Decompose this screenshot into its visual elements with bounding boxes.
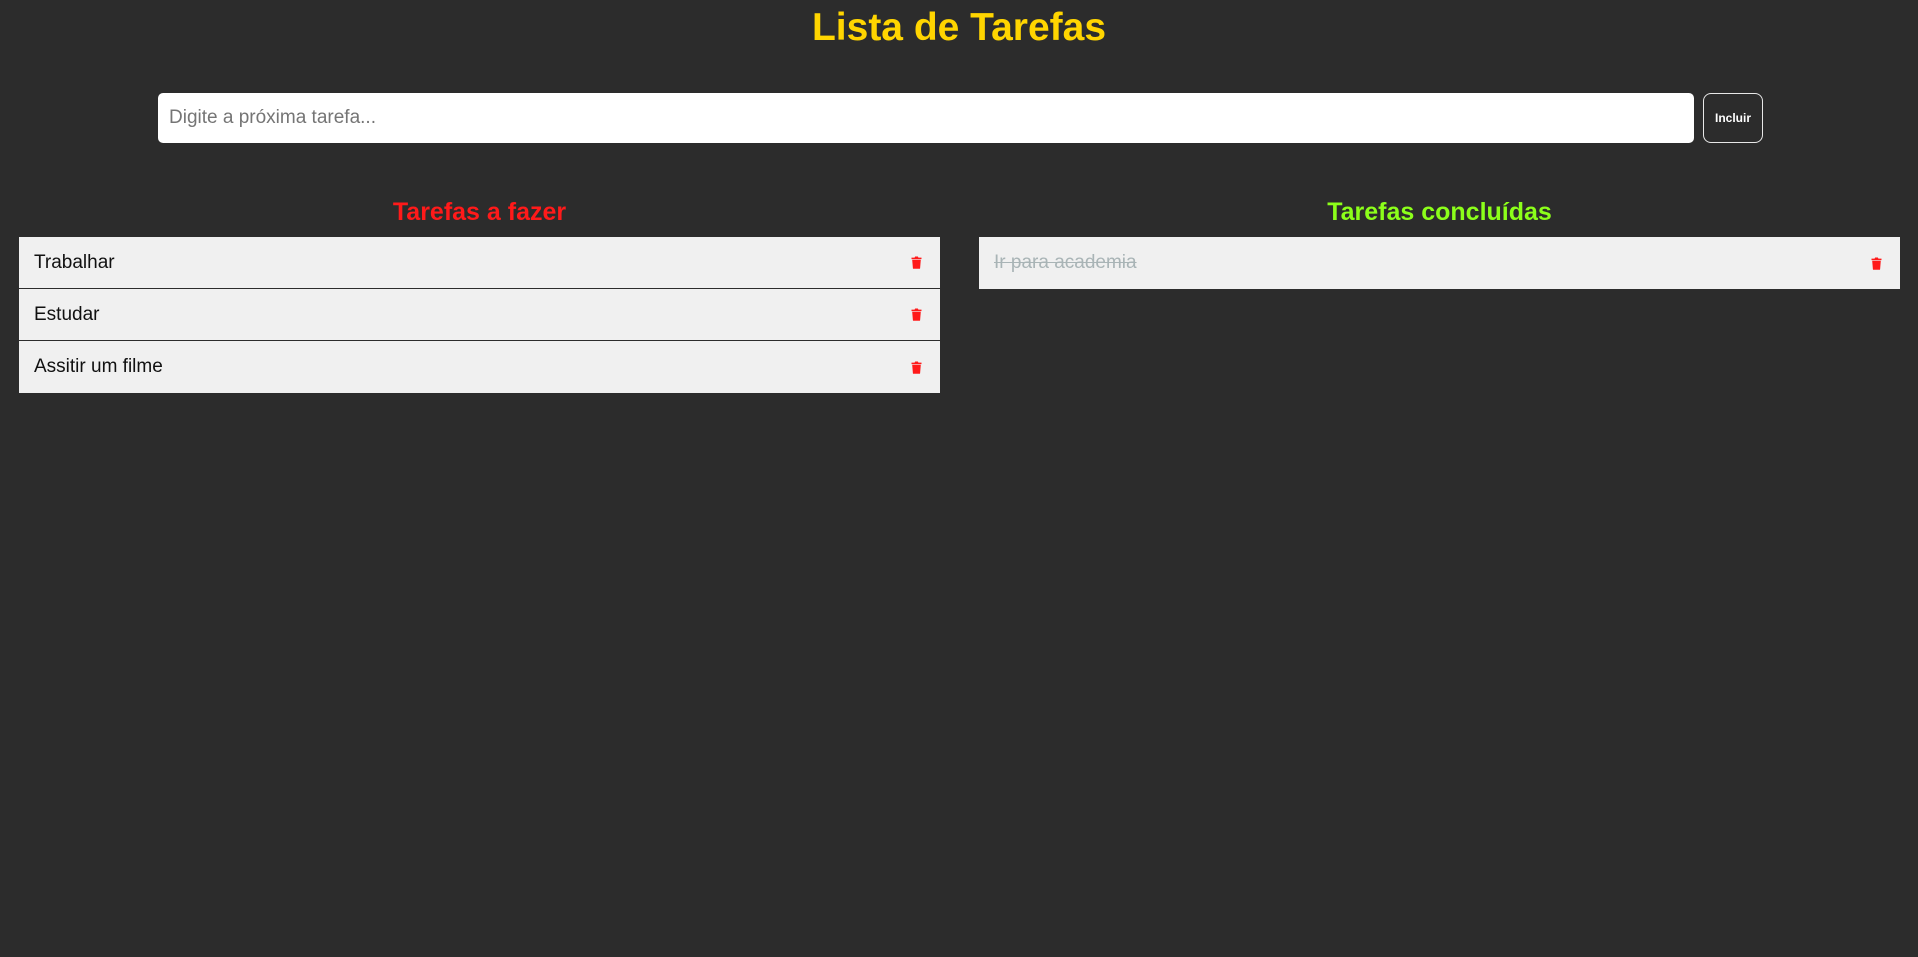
todo-column: Tarefas a fazer Trabalhar Estudar Assiti…	[19, 196, 940, 393]
trash-icon	[911, 361, 921, 374]
trash-icon	[911, 256, 921, 269]
delete-task-button[interactable]	[1865, 252, 1887, 274]
task-text: Trabalhar	[34, 251, 115, 273]
task-text: Estudar	[34, 303, 100, 325]
page: Lista de Tarefas Incluir Tarefas a fazer…	[0, 0, 1918, 957]
page-title: Lista de Tarefas	[811, 6, 1107, 49]
task-text: Assitir um filme	[34, 356, 163, 377]
new-task-form: Incluir	[158, 93, 1763, 143]
todo-title: Tarefas a fazer	[392, 198, 567, 226]
trash-icon	[1871, 257, 1881, 270]
trash-icon	[911, 308, 921, 321]
todo-item[interactable]: Estudar	[19, 289, 940, 341]
add-task-button[interactable]: Incluir	[1703, 93, 1763, 143]
delete-task-button[interactable]	[905, 356, 927, 378]
new-task-input[interactable]	[158, 93, 1694, 143]
done-column: Tarefas concluídas Ir para academia	[979, 196, 1900, 289]
delete-task-button[interactable]	[905, 252, 927, 274]
todo-item[interactable]: Assitir um filme	[19, 341, 940, 393]
done-list: Ir para academia	[979, 237, 1900, 289]
todo-item[interactable]: Trabalhar	[19, 237, 940, 289]
delete-task-button[interactable]	[905, 304, 927, 326]
done-item[interactable]: Ir para academia	[979, 237, 1900, 289]
done-title: Tarefas concluídas	[1327, 198, 1552, 226]
todo-list: Trabalhar Estudar Assitir um filme	[19, 237, 940, 393]
task-text: Ir para academia	[994, 252, 1137, 273]
